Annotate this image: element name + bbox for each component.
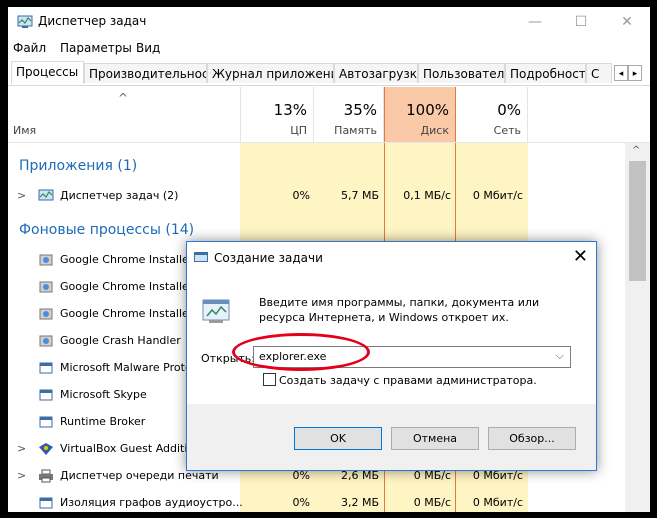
tab-scroll-left-icon[interactable]: ◂ (614, 65, 628, 81)
process-name: Microsoft Skype (60, 388, 147, 401)
network-value: 0 Мбит/с (472, 189, 523, 202)
network-value: 0 Мбит/с (472, 496, 523, 509)
dialog-close-button[interactable]: ✕ (573, 246, 588, 267)
admin-checkbox-label: Создать задачу с правами администратора. (279, 374, 537, 387)
memory-value: 3,2 МБ (340, 496, 379, 509)
process-name: Диспетчер задач (2) (60, 189, 179, 202)
admin-checkbox-row[interactable]: Создать задачу с правами администратора. (263, 373, 537, 387)
disk-value: 0 МБ/с (413, 496, 451, 509)
cpu-value: 0% (292, 189, 310, 202)
printer-icon (39, 469, 53, 483)
menu-bar: Файл Параметры Вид (8, 38, 650, 58)
dialog-title: Создание задачи (214, 251, 323, 265)
table-row[interactable]: Изоляция графов аудиоустро... 0% 3,2 МБ … (8, 490, 625, 512)
process-name: Microsoft Malware Prote (60, 361, 192, 374)
installer-icon (39, 254, 53, 266)
column-disk[interactable]: 100% Диск (384, 87, 456, 142)
menu-file[interactable]: Файл (13, 41, 46, 55)
menu-options[interactable]: Параметры (60, 41, 132, 55)
chevron-right-icon[interactable]: > (17, 189, 26, 202)
tab-services[interactable]: С (586, 63, 612, 83)
open-input[interactable]: explorer.exe (259, 350, 326, 363)
network-label: Сеть (493, 124, 521, 137)
close-button[interactable]: ✕ (604, 7, 650, 37)
process-name: Google Crash Handler (60, 334, 181, 347)
installer-icon (39, 335, 53, 347)
memory-label: Память (334, 124, 377, 137)
dialog-title-bar[interactable]: Создание задачи ✕ (187, 242, 596, 272)
window-app-icon (39, 389, 53, 401)
process-name: Runtime Broker (60, 415, 146, 428)
window-app-icon (39, 497, 53, 509)
dialog-description: Введите имя программы, папки, документа … (259, 296, 540, 324)
memory-value: 5,7 МБ (340, 189, 379, 202)
tab-startup[interactable]: Автозагрузка (334, 63, 418, 83)
maximize-button[interactable]: ☐ (558, 7, 604, 37)
window-app-icon (39, 362, 53, 374)
chevron-down-icon[interactable]: ⌵ (556, 349, 564, 363)
cpu-label: ЦП (290, 124, 307, 137)
admin-checkbox[interactable] (263, 373, 276, 386)
tab-scroll-right-icon[interactable]: ▸ (628, 65, 642, 81)
minimize-button[interactable]: — (512, 7, 558, 37)
group-background: Фоновые процессы (14) (19, 222, 195, 238)
task-manager-icon (38, 189, 54, 201)
ok-button[interactable]: OK (294, 427, 382, 450)
scrollbar-thumb[interactable] (629, 161, 646, 281)
run-program-icon (202, 299, 230, 323)
title-bar[interactable]: Диспетчер задач — ☐ ✕ (8, 7, 650, 37)
process-name: Google Chrome Installer (60, 307, 194, 320)
column-header: ^ Имя 13% ЦП 35% Память 100% Диск 0% Сет… (8, 87, 650, 143)
tab-app-history[interactable]: Журнал приложений (207, 63, 334, 83)
window-title: Диспетчер задач (38, 14, 147, 28)
dialog-body: Введите имя программы, папки, документа … (187, 272, 596, 404)
cancel-button[interactable]: Отмена (391, 427, 479, 450)
table-row[interactable]: > Диспетчер задач (2) 0% 5,7 МБ 0,1 МБ/с… (8, 183, 625, 209)
tab-processes[interactable]: Процессы (11, 61, 84, 84)
disk-percent: 100% (406, 101, 449, 119)
process-name: Изоляция графов аудиоустро... (60, 496, 243, 509)
disk-label: Диск (420, 124, 449, 137)
open-label: Открыть: (201, 352, 255, 365)
installer-icon (39, 281, 53, 293)
tab-performance[interactable]: Производительность (84, 63, 207, 83)
menu-view[interactable]: Вид (136, 41, 160, 55)
browse-button[interactable]: Обзор... (488, 427, 576, 450)
create-task-dialog: Создание задачи ✕ Введите имя программы,… (186, 241, 597, 471)
process-name: Google Chrome Installer (60, 280, 194, 293)
installer-icon (39, 308, 53, 320)
run-icon (194, 252, 208, 262)
cpu-percent: 13% (273, 101, 307, 119)
memory-percent: 35% (343, 101, 377, 119)
process-name: VirtualBox Guest Additio (60, 442, 195, 455)
chevron-right-icon[interactable]: > (17, 469, 26, 482)
column-memory[interactable]: 35% Память (314, 87, 384, 142)
scroll-up-icon[interactable]: ^ (632, 145, 640, 156)
task-manager-icon (17, 15, 33, 28)
column-name[interactable]: Имя (13, 124, 36, 137)
tab-users[interactable]: Пользователи (418, 63, 505, 83)
sort-up-icon: ^ (118, 91, 129, 105)
open-combobox[interactable]: explorer.exe ⌵ (253, 346, 571, 368)
network-percent: 0% (497, 101, 521, 119)
tab-details[interactable]: Подробности (505, 63, 586, 83)
column-cpu[interactable]: 13% ЦП (240, 87, 314, 142)
group-apps: Приложения (1) (19, 158, 138, 174)
disk-value: 0,1 МБ/с (403, 189, 451, 202)
tab-strip: Процессы Производительность Журнал прило… (8, 61, 650, 86)
window-app-icon (39, 416, 53, 428)
cpu-value: 0% (292, 496, 310, 509)
column-network[interactable]: 0% Сеть (456, 87, 528, 142)
vertical-scrollbar[interactable]: ^ (625, 143, 650, 512)
process-name: Google Chrome Installer (60, 253, 194, 266)
virtualbox-icon (39, 443, 53, 455)
chevron-right-icon[interactable]: > (17, 442, 26, 455)
